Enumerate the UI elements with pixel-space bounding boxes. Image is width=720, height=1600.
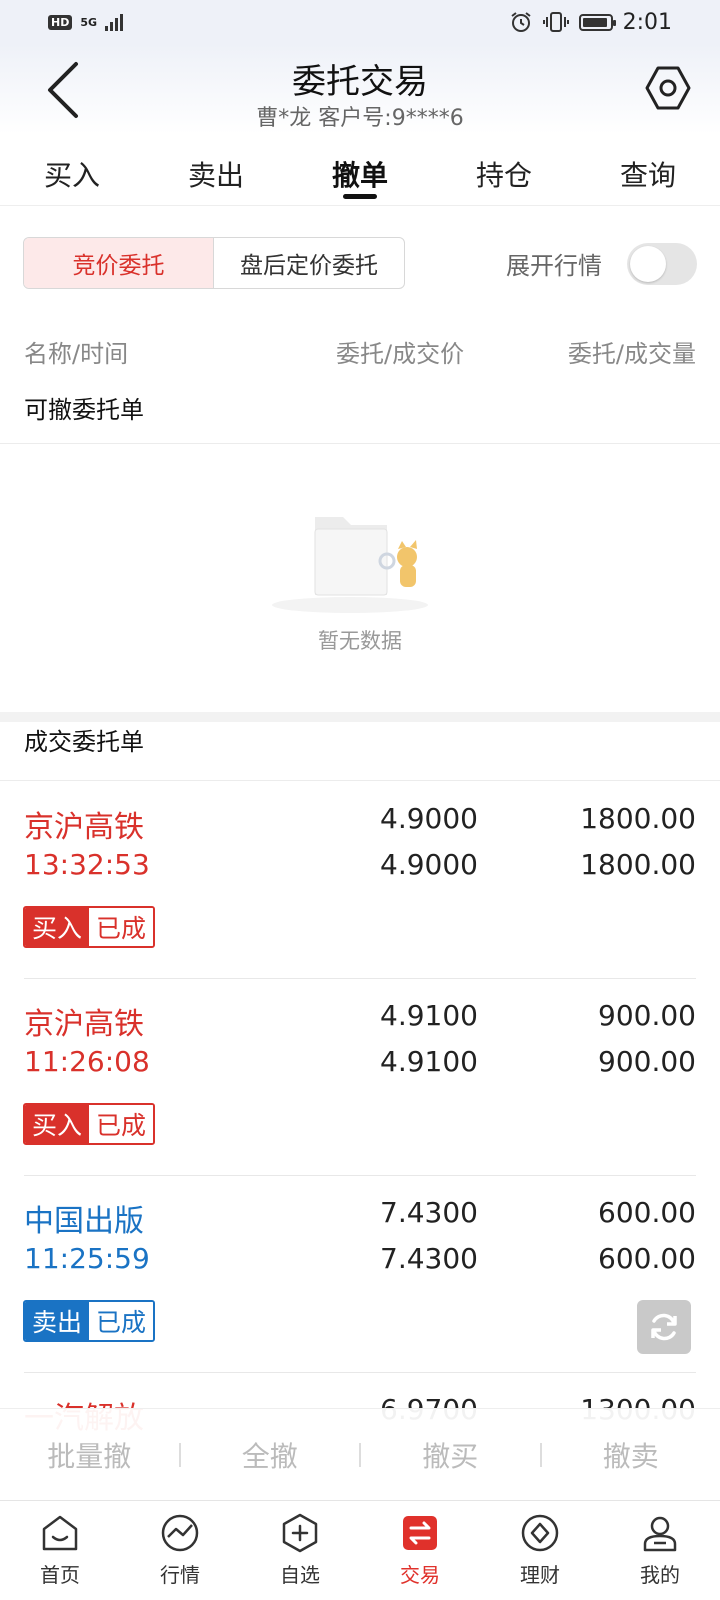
- expand-quotes-label: 展开行情: [506, 252, 602, 280]
- refresh-icon: [651, 1313, 677, 1341]
- order-time: 13:32:53: [24, 848, 150, 881]
- empty-state-text: 暂无数据: [318, 629, 402, 653]
- column-price: 委托/成交价: [336, 340, 465, 368]
- cancel-sells-button[interactable]: 撤卖: [542, 1435, 720, 1475]
- auction-order-button[interactable]: 竞价委托: [24, 238, 214, 288]
- expand-quotes-toggle[interactable]: [627, 243, 697, 285]
- cancellable-section-title: 可撤委托单: [24, 396, 144, 424]
- status-badge: 买入 已成: [23, 1103, 156, 1145]
- status-label: 已成: [89, 1105, 154, 1143]
- after-hours-order-button[interactable]: 盘后定价委托: [214, 238, 404, 288]
- nav-watchlist[interactable]: 自选: [240, 1501, 360, 1600]
- tab-positions[interactable]: 持仓: [444, 134, 564, 205]
- signal-icon: [105, 13, 124, 31]
- page-title: 委托交易: [292, 62, 428, 102]
- filled-quantity: 900.00: [598, 1045, 696, 1078]
- status-badge: 买入 已成: [23, 906, 156, 948]
- status-label: 已成: [89, 1302, 154, 1340]
- order-row[interactable]: 京沪高铁 13:32:53 4.9000 4.9000 1800.00 1800…: [0, 782, 720, 979]
- divider: [0, 780, 720, 781]
- settings-icon[interactable]: [644, 64, 692, 112]
- nav-trade[interactable]: 交易: [360, 1501, 480, 1600]
- tab-sell[interactable]: 卖出: [156, 134, 276, 205]
- market-icon: [161, 1514, 199, 1552]
- status-label: 已成: [89, 908, 154, 946]
- order-type-segment: 竞价委托 盘后定价委托: [23, 237, 405, 289]
- network-label: 5G: [80, 15, 98, 29]
- divider: [0, 443, 720, 444]
- wealth-icon: [521, 1514, 559, 1552]
- profile-icon: [643, 1516, 677, 1552]
- nav-wealth[interactable]: 理财: [480, 1501, 600, 1600]
- filled-price: 4.9100: [380, 1045, 478, 1078]
- watchlist-icon: [282, 1513, 318, 1553]
- nav-profile[interactable]: 我的: [600, 1501, 720, 1600]
- side-badge: 买入: [25, 908, 90, 946]
- stock-name: 京沪高铁: [24, 1007, 144, 1042]
- alarm-icon: [510, 12, 531, 32]
- column-name-time: 名称/时间: [24, 340, 129, 368]
- section-gap: [0, 712, 720, 722]
- refresh-button[interactable]: [637, 1300, 691, 1354]
- empty-state: 暂无数据: [0, 445, 720, 710]
- app-header: 委托交易 曹*龙 客户号:9****6: [0, 44, 720, 134]
- order-price: 4.9100: [380, 999, 478, 1032]
- tab-buy[interactable]: 买入: [12, 134, 132, 205]
- filled-quantity: 1800.00: [580, 848, 696, 881]
- account-info: 曹*龙 客户号:9****6: [256, 106, 464, 131]
- battery-icon: [578, 13, 616, 31]
- filled-price: 7.4300: [380, 1242, 478, 1275]
- filled-quantity: 600.00: [598, 1242, 696, 1275]
- cancel-action-bar: 批量撤 全撤 撤买 撤卖: [0, 1408, 720, 1500]
- filled-section-title: 成交委托单: [24, 728, 144, 756]
- column-headers: 名称/时间 委托/成交价 委托/成交量: [0, 330, 720, 370]
- order-quantity: 600.00: [598, 1196, 696, 1229]
- order-time: 11:26:08: [24, 1045, 150, 1078]
- bottom-navigation: 首页 行情 自选 交易 理财 我的: [0, 1500, 720, 1600]
- stock-name: 中国出版: [24, 1204, 144, 1239]
- nav-home[interactable]: 首页: [0, 1501, 120, 1600]
- empty-folder-illustration: [272, 517, 428, 613]
- status-badge: 卖出 已成: [23, 1300, 156, 1342]
- filled-price: 4.9000: [380, 848, 478, 881]
- tab-cancel[interactable]: 撤单: [300, 134, 420, 205]
- side-badge: 买入: [25, 1105, 90, 1143]
- nav-market[interactable]: 行情: [120, 1501, 240, 1600]
- order-time: 11:25:59: [24, 1242, 150, 1275]
- tab-query[interactable]: 查询: [588, 134, 708, 205]
- side-badge: 卖出: [25, 1302, 90, 1340]
- stock-name: 京沪高铁: [24, 810, 144, 845]
- status-bar: HD 5G 2:01: [0, 0, 720, 44]
- batch-cancel-button[interactable]: 批量撤: [0, 1435, 179, 1475]
- hd-icon: HD: [48, 14, 73, 30]
- order-row[interactable]: 中国出版 11:25:59 7.4300 7.4300 600.00 600.0…: [0, 1176, 720, 1373]
- trade-icon: [403, 1516, 437, 1550]
- home-icon: [42, 1515, 78, 1551]
- cancel-all-button[interactable]: 全撤: [181, 1435, 360, 1475]
- order-price: 4.9000: [380, 802, 478, 835]
- order-quantity: 1800.00: [580, 802, 696, 835]
- clock: 2:01: [622, 9, 672, 35]
- trade-tabs: 买入 卖出 撤单 持仓 查询: [0, 134, 720, 206]
- order-quantity: 900.00: [598, 999, 696, 1032]
- cancel-buys-button[interactable]: 撤买: [361, 1435, 540, 1475]
- order-price: 7.4300: [380, 1196, 478, 1229]
- column-quantity: 委托/成交量: [567, 340, 696, 368]
- vibrate-icon: [542, 12, 569, 32]
- order-row[interactable]: 京沪高铁 11:26:08 4.9100 4.9100 900.00 900.0…: [0, 979, 720, 1176]
